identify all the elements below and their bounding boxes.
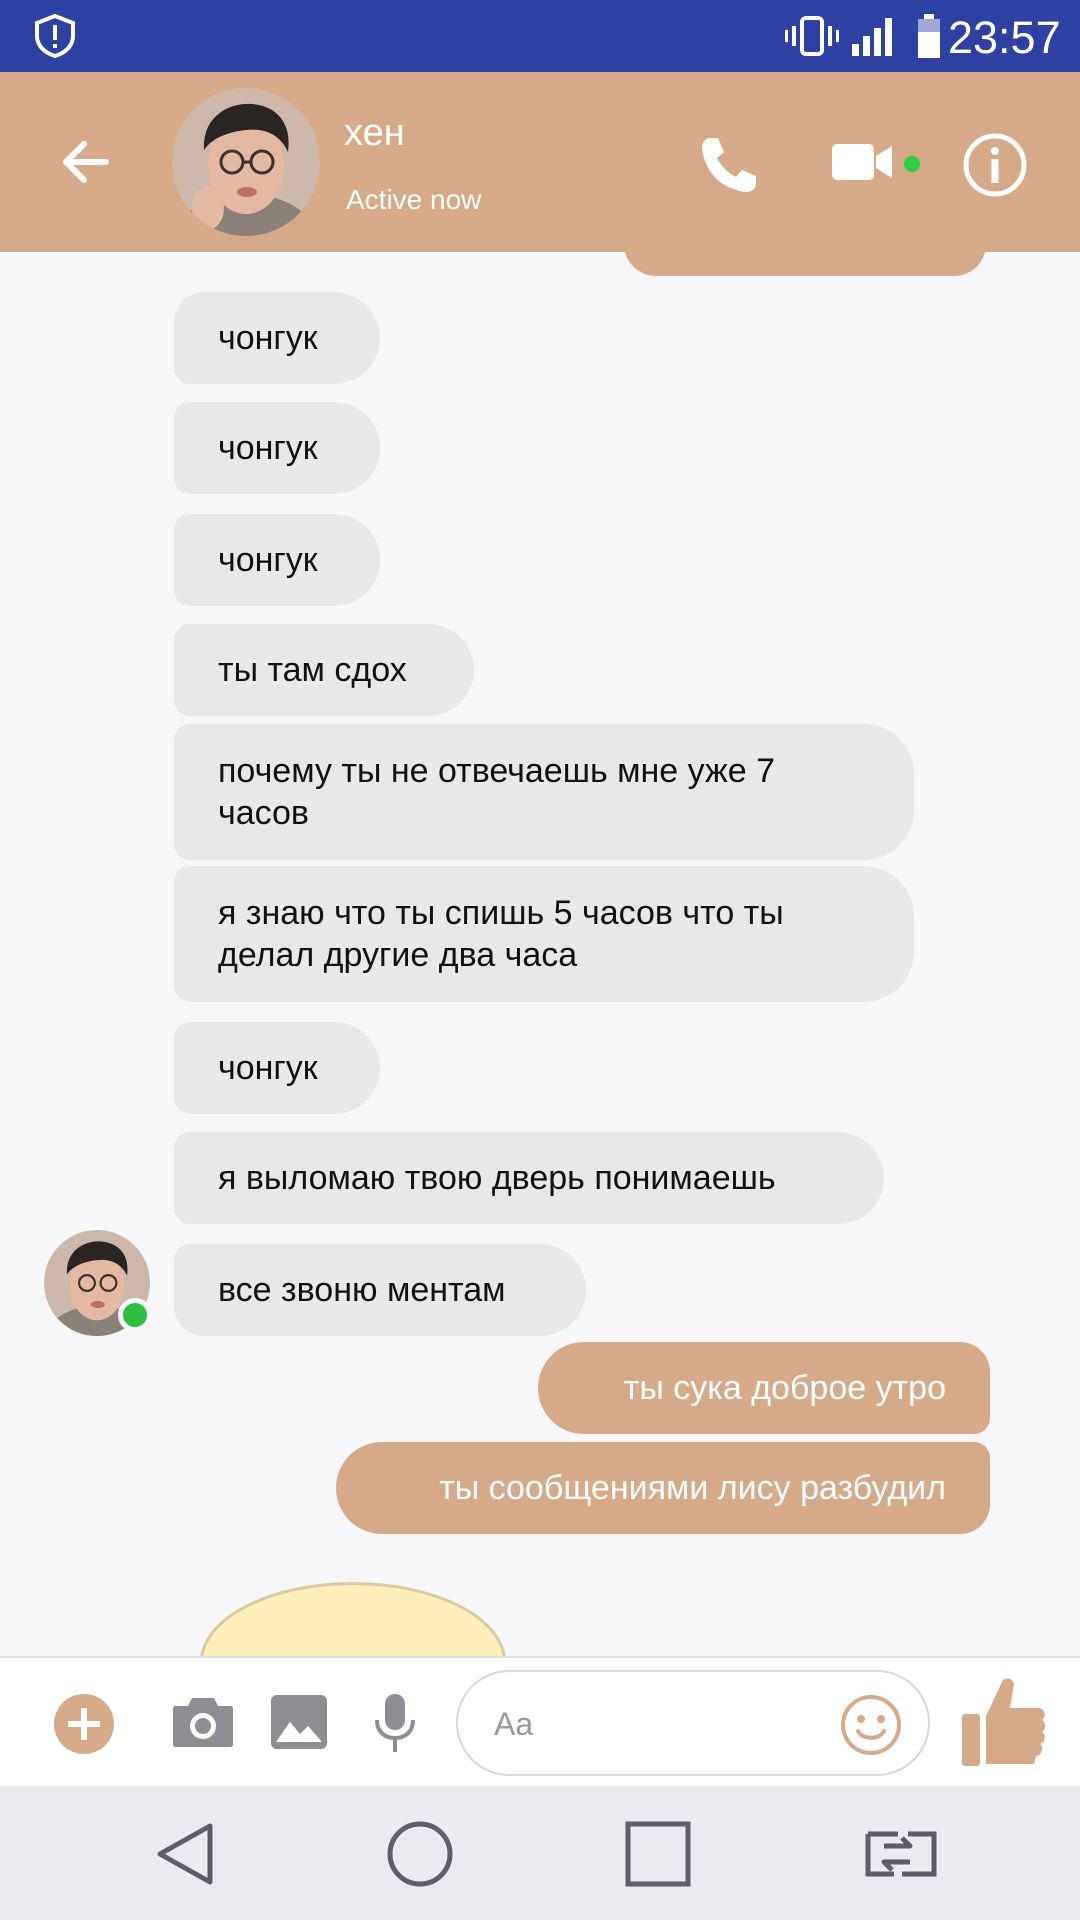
message-input-placeholder: Aa bbox=[494, 1706, 534, 1742]
previous-outgoing-bubble bbox=[624, 252, 986, 276]
online-status-dot bbox=[118, 1298, 152, 1332]
incoming-message[interactable]: ты там сдох bbox=[174, 624, 474, 716]
thumbs-up-icon[interactable] bbox=[960, 1674, 1046, 1768]
online-indicator bbox=[904, 156, 920, 172]
signal-icon bbox=[852, 18, 892, 56]
outgoing-message[interactable]: ты сука доброе утро bbox=[538, 1342, 990, 1434]
incoming-message[interactable]: почему ты не отвечаешь мне уже 7 часов bbox=[174, 724, 914, 860]
incoming-message[interactable]: я выломаю твою дверь понимаешь bbox=[174, 1132, 884, 1224]
incoming-message[interactable]: чонгук bbox=[174, 292, 380, 384]
gallery-icon[interactable] bbox=[270, 1694, 328, 1750]
status-bar: 23:57 bbox=[0, 0, 1080, 72]
outgoing-message[interactable]: ты сообщениями лису разбудил bbox=[336, 1442, 990, 1534]
conversation-header: хен Active now bbox=[0, 72, 1080, 252]
nav-home-icon[interactable] bbox=[386, 1820, 454, 1888]
message-composer: Aa bbox=[0, 1656, 1080, 1786]
active-status: Active now bbox=[346, 184, 482, 215]
camera-icon[interactable] bbox=[172, 1692, 234, 1748]
shield-icon bbox=[35, 14, 75, 58]
status-clock: 23:57 bbox=[948, 12, 1061, 63]
message-list[interactable]: чонгук чонгук чонгук ты там сдох почему … bbox=[0, 252, 1080, 1656]
phone-icon[interactable] bbox=[696, 132, 762, 198]
incoming-message[interactable]: чонгук bbox=[174, 1022, 380, 1114]
battery-icon bbox=[918, 14, 940, 58]
nav-recents-icon[interactable] bbox=[624, 1820, 692, 1888]
emoji-sticker[interactable] bbox=[200, 1582, 506, 1656]
plus-icon[interactable] bbox=[52, 1692, 116, 1756]
message-input[interactable]: Aa bbox=[456, 1670, 930, 1776]
video-camera-icon[interactable] bbox=[830, 138, 894, 186]
incoming-message[interactable]: чонгук bbox=[174, 402, 380, 494]
nav-switch-icon[interactable] bbox=[854, 1824, 940, 1884]
vibrate-icon bbox=[785, 16, 839, 56]
incoming-message[interactable]: чонгук bbox=[174, 514, 380, 606]
back-arrow-icon[interactable] bbox=[56, 132, 116, 192]
microphone-icon[interactable] bbox=[372, 1692, 418, 1754]
nav-back-icon[interactable] bbox=[154, 1820, 216, 1888]
incoming-message[interactable]: я знаю что ты спишь 5 часов что ты делал… bbox=[174, 866, 914, 1002]
incoming-message[interactable]: все звоню ментам bbox=[174, 1244, 586, 1336]
system-navigation-bar bbox=[0, 1786, 1080, 1920]
info-icon[interactable] bbox=[962, 132, 1028, 198]
smiley-icon[interactable] bbox=[840, 1694, 902, 1756]
contact-name: хен bbox=[344, 112, 405, 154]
contact-avatar[interactable] bbox=[172, 88, 320, 236]
